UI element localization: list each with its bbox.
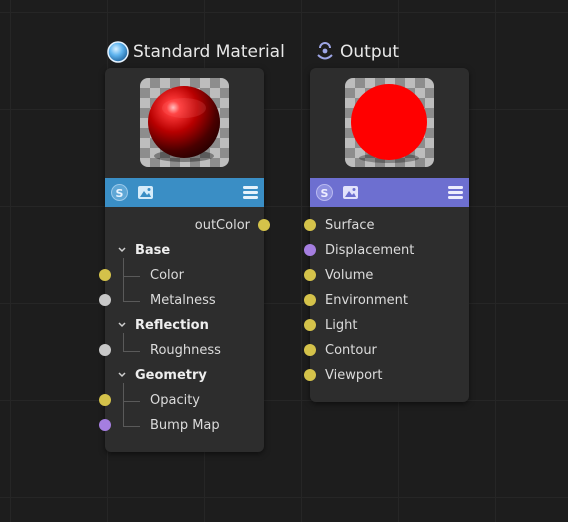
outcolor-port[interactable] <box>258 219 270 231</box>
svg-text:S: S <box>116 187 124 200</box>
group-base-label: Base <box>135 243 171 258</box>
group-geometry-label: Geometry <box>135 368 207 383</box>
opacity-label: Opacity <box>150 393 201 408</box>
standard-material-node[interactable]: S outColor Base Color Metalness Reflecti… <box>99 68 270 452</box>
metalness-label: Metalness <box>150 293 216 308</box>
menu-icon[interactable] <box>241 183 260 202</box>
standard-material-title: Standard Material <box>107 41 285 63</box>
input-surface-row: Surface <box>304 213 469 238</box>
standard-material-toolbar: S <box>105 178 264 207</box>
standard-material-title-text: Standard Material <box>133 42 285 62</box>
color-label: Color <box>150 268 184 283</box>
bump-map-label: Bump Map <box>150 418 220 433</box>
output-title-text: Output <box>340 42 400 62</box>
input-roughness-row: Roughness <box>99 333 264 363</box>
volume-port[interactable] <box>304 269 316 281</box>
input-contour-row: Contour <box>304 338 469 363</box>
group-reflection-label: Reflection <box>135 318 209 333</box>
output-icon <box>314 41 336 63</box>
output-title: Output <box>314 41 399 63</box>
image-icon[interactable] <box>136 183 155 202</box>
chevron-down-icon[interactable] <box>117 318 127 332</box>
light-port[interactable] <box>304 319 316 331</box>
displacement-label: Displacement <box>325 243 415 258</box>
roughness-port[interactable] <box>99 344 111 356</box>
volume-label: Volume <box>325 268 374 283</box>
standard-material-preview <box>140 78 229 167</box>
shader-s-icon[interactable]: S <box>315 183 334 202</box>
input-viewport-row: Viewport <box>304 363 469 388</box>
contour-label: Contour <box>325 343 377 358</box>
shader-s-icon[interactable]: S <box>110 183 129 202</box>
outcolor-label: outColor <box>194 218 250 233</box>
light-label: Light <box>325 318 358 333</box>
input-displacement-row: Displacement <box>304 238 469 263</box>
surface-label: Surface <box>325 218 375 233</box>
environment-port[interactable] <box>304 294 316 306</box>
color-port[interactable] <box>99 269 111 281</box>
output-toolbar: S <box>310 178 469 207</box>
input-bump-map-row: Bump Map <box>99 401 264 438</box>
contour-port[interactable] <box>304 344 316 356</box>
svg-text:S: S <box>321 187 329 200</box>
viewport-port[interactable] <box>304 369 316 381</box>
input-metalness-row: Metalness <box>99 276 264 313</box>
input-volume-row: Volume <box>304 263 469 288</box>
input-light-row: Light <box>304 313 469 338</box>
viewport-label: Viewport <box>325 368 383 383</box>
output-preview <box>345 78 434 167</box>
sphere-icon <box>107 41 129 63</box>
environment-label: Environment <box>325 293 409 308</box>
chevron-down-icon[interactable] <box>117 243 127 257</box>
roughness-label: Roughness <box>150 343 221 358</box>
displacement-port[interactable] <box>304 244 316 256</box>
surface-port[interactable] <box>304 219 316 231</box>
outcolor-output-row: outColor <box>105 213 270 238</box>
menu-icon[interactable] <box>446 183 465 202</box>
chevron-down-icon[interactable] <box>117 368 127 382</box>
image-icon[interactable] <box>341 183 360 202</box>
opacity-port[interactable] <box>99 394 111 406</box>
metalness-port[interactable] <box>99 294 111 306</box>
bump-map-port[interactable] <box>99 419 111 431</box>
input-environment-row: Environment <box>304 288 469 313</box>
output-node[interactable]: S Surface Displacement Volume Environmen… <box>304 68 469 402</box>
